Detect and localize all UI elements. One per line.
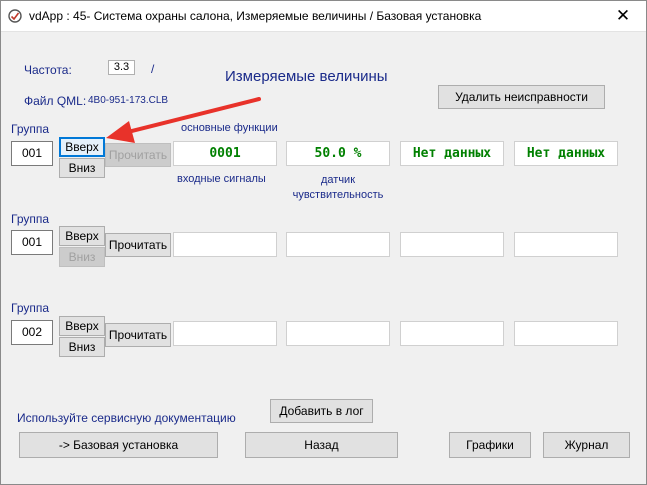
group-1-label: Группа	[11, 122, 50, 136]
group-3-read-button[interactable]: Прочитать	[105, 323, 171, 347]
group-3-number-field[interactable]: 002	[11, 320, 53, 345]
service-docs-note: Используйте сервисную документацию	[17, 411, 236, 425]
journal-button[interactable]: Журнал	[543, 432, 630, 458]
group-2-label: Группа	[11, 212, 50, 226]
group-3-value-2	[286, 321, 390, 346]
group-2-down-button[interactable]: Вниз	[59, 247, 105, 267]
group-3-value-4	[514, 321, 618, 346]
group-2-value-4	[514, 232, 618, 257]
group-2-value-2	[286, 232, 390, 257]
group-3-label: Группа	[11, 301, 50, 315]
frequency-label: Частота:	[24, 63, 72, 77]
annotation-arrow-icon	[106, 97, 261, 143]
delete-faults-button[interactable]: Удалить неисправности	[438, 85, 605, 109]
qml-label: Файл QML:	[24, 94, 87, 108]
group-3-down-button[interactable]: Вниз	[59, 337, 105, 357]
group-1-down-button[interactable]: Вниз	[59, 158, 105, 178]
group-1-value-2: 50.0 %	[286, 141, 390, 166]
group-2-value-1	[173, 232, 277, 257]
group-3-up-button[interactable]: Вверх	[59, 316, 105, 336]
group-2-up-button[interactable]: Вверх	[59, 226, 105, 246]
group-3-value-1	[173, 321, 277, 346]
group-2-number-field[interactable]: 001	[11, 230, 53, 255]
graphs-button[interactable]: Графики	[449, 432, 531, 458]
close-icon[interactable]: ✕	[600, 1, 646, 31]
title-bar: vdApp : 45- Система охраны салона, Измер…	[1, 1, 646, 32]
add-to-log-button[interactable]: Добавить в лог	[270, 399, 373, 423]
page-heading: Измеряемые величины	[225, 68, 388, 85]
app-icon	[8, 9, 22, 23]
group-3-value-3	[400, 321, 504, 346]
group-2-read-button[interactable]: Прочитать	[105, 233, 171, 257]
basic-setup-button[interactable]: -> Базовая установка	[19, 432, 218, 458]
frequency-separator: /	[151, 62, 155, 76]
group-1-caption-2: датчик чувствительность	[292, 174, 384, 201]
back-button[interactable]: Назад	[245, 432, 398, 458]
group-1-number-field[interactable]: 001	[11, 141, 53, 166]
group-2-value-3	[400, 232, 504, 257]
window-title: vdApp : 45- Система охраны салона, Измер…	[29, 9, 482, 23]
group-1-caption-1: входные сигналы	[177, 173, 266, 185]
group-1-value-4: Нет данных	[514, 141, 618, 166]
frequency-value: 3.3	[108, 60, 135, 75]
app-window: vdApp : 45- Система охраны салона, Измер…	[0, 0, 647, 485]
group-1-value-3: Нет данных	[400, 141, 504, 166]
